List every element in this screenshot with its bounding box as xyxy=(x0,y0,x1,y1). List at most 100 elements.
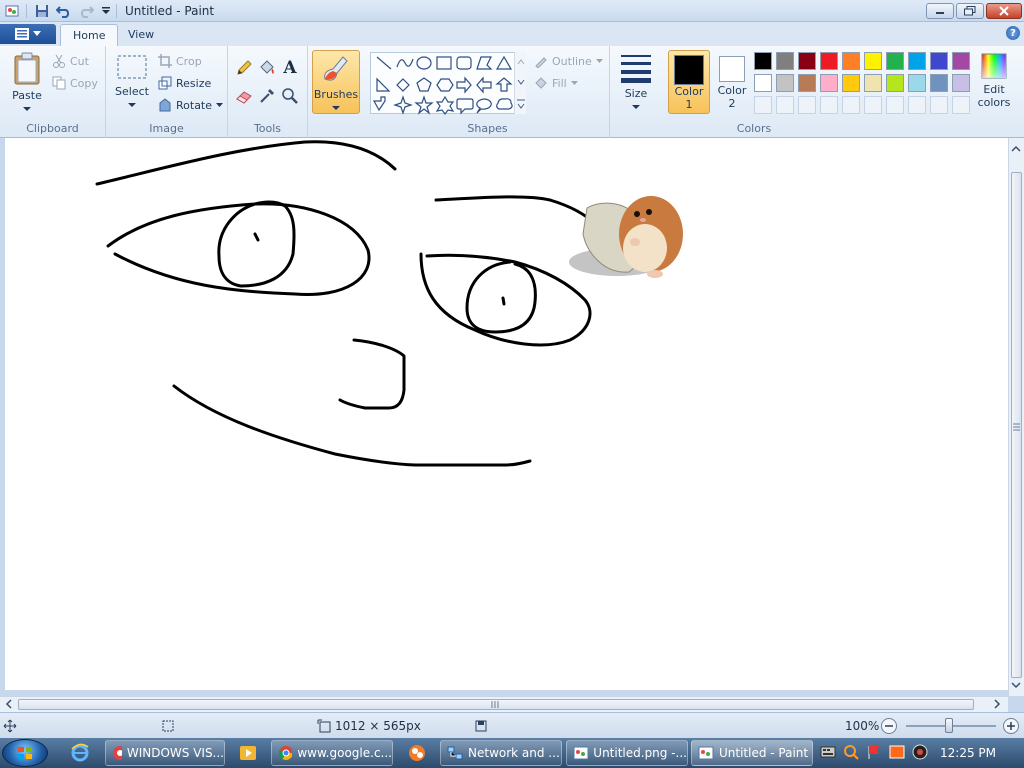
palette-custom-empty-swatch[interactable] xyxy=(886,96,904,114)
palette-color-swatch[interactable] xyxy=(930,74,948,92)
palette-custom-empty-swatch[interactable] xyxy=(842,96,860,114)
messenger-icon[interactable] xyxy=(399,740,435,766)
tray-search-icon[interactable] xyxy=(843,744,859,760)
copy-button[interactable]: Copy xyxy=(52,76,98,90)
color2-label: Color xyxy=(717,84,747,97)
customize-toolbar-icon[interactable] xyxy=(98,3,114,19)
palette-color-swatch[interactable] xyxy=(952,74,970,92)
tab-view[interactable]: View xyxy=(116,24,166,46)
palette-custom-empty-swatch[interactable] xyxy=(864,96,882,114)
select-button[interactable]: Select xyxy=(112,54,152,111)
eraser-icon[interactable] xyxy=(234,86,254,106)
resize-button[interactable]: Resize xyxy=(158,76,211,90)
restore-button[interactable] xyxy=(956,3,984,19)
drawing-canvas[interactable] xyxy=(5,138,1008,690)
horizontal-scrollbar[interactable] xyxy=(0,696,1008,712)
palette-custom-empty-swatch[interactable] xyxy=(798,96,816,114)
color2-button[interactable]: Color 2 xyxy=(712,50,752,114)
palette-color-swatch[interactable] xyxy=(820,74,838,92)
palette-color-swatch[interactable] xyxy=(886,74,904,92)
zoom-in-button[interactable] xyxy=(1003,718,1019,734)
palette-color-swatch[interactable] xyxy=(798,74,816,92)
cursor-position-icon xyxy=(3,719,17,733)
cut-button[interactable]: Cut xyxy=(52,54,89,68)
save-icon[interactable] xyxy=(34,3,50,19)
close-button[interactable] xyxy=(986,3,1022,19)
internet-explorer-icon[interactable] xyxy=(62,740,98,766)
crop-icon xyxy=(158,54,172,68)
paste-button[interactable]: Paste xyxy=(8,52,46,115)
horizontal-scroll-thumb[interactable] xyxy=(18,699,974,710)
palette-color-swatch[interactable] xyxy=(908,74,926,92)
media-center-icon[interactable] xyxy=(230,740,266,766)
palette-color-swatch[interactable] xyxy=(842,74,860,92)
palette-custom-empty-swatch[interactable] xyxy=(930,96,948,114)
brushes-button[interactable]: Brushes xyxy=(312,50,360,114)
tab-home[interactable]: Home xyxy=(60,24,119,46)
palette-color-swatch[interactable] xyxy=(754,74,772,92)
fill-bucket-icon[interactable] xyxy=(257,58,277,78)
colors-group-label: Colors xyxy=(736,122,772,135)
palette-color-swatch[interactable] xyxy=(952,52,970,70)
crop-button[interactable]: Crop xyxy=(158,54,202,68)
curve-shape-icon xyxy=(396,58,414,68)
taskbar-item-windows-vista[interactable]: WINDOWS VIS... xyxy=(105,740,225,766)
help-icon[interactable]: ? xyxy=(1006,26,1020,40)
taskbar-item-network-and-sharing[interactable]: Network and ... xyxy=(440,740,562,766)
palette-color-swatch[interactable] xyxy=(908,52,926,70)
palette-color-swatch[interactable] xyxy=(776,74,794,92)
color1-button[interactable]: Color 1 xyxy=(668,50,710,114)
rotate-button[interactable]: Rotate xyxy=(158,98,224,112)
undo-icon[interactable] xyxy=(56,3,72,19)
outline-button[interactable]: Outline xyxy=(534,54,603,68)
paint-menu-button[interactable] xyxy=(0,24,56,44)
scroll-right-arrow-icon xyxy=(994,699,1001,709)
ribbon: Paste Cut Copy Clipboard Select Crop Res… xyxy=(0,46,1024,138)
palette-custom-empty-swatch[interactable] xyxy=(952,96,970,114)
polygon-shape-icon xyxy=(476,56,493,70)
minimize-button[interactable] xyxy=(926,3,954,19)
taskbar-item-untitled-png[interactable]: Untitled.png -... xyxy=(566,740,688,766)
edit-colors-button[interactable]: Edit colors xyxy=(976,52,1012,109)
resize-label: Resize xyxy=(176,76,212,90)
edit-colors-label: Edit xyxy=(983,83,1005,96)
vertical-scrollbar[interactable] xyxy=(1008,138,1024,696)
tray-volume-icon[interactable] xyxy=(912,744,928,760)
pencil-icon[interactable] xyxy=(234,58,254,78)
tray-keyboard-icon[interactable] xyxy=(820,744,836,760)
zoom-slider-thumb[interactable] xyxy=(945,718,953,733)
up-arrow-shape-icon xyxy=(495,77,513,92)
palette-color-swatch[interactable] xyxy=(842,52,860,70)
start-button[interactable] xyxy=(2,739,48,767)
palette-color-swatch[interactable] xyxy=(776,52,794,70)
palette-custom-empty-swatch[interactable] xyxy=(908,96,926,114)
palette-color-swatch[interactable] xyxy=(930,52,948,70)
taskbar-item-untitled-paint[interactable]: Untitled - Paint xyxy=(691,740,813,766)
palette-custom-empty-swatch[interactable] xyxy=(776,96,794,114)
taskbar-clock: 12:25 PM xyxy=(940,746,996,760)
tray-app-icon[interactable] xyxy=(889,744,905,760)
palette-color-swatch[interactable] xyxy=(886,52,904,70)
palette-custom-empty-swatch[interactable] xyxy=(820,96,838,114)
color-picker-icon[interactable] xyxy=(257,86,277,106)
shapes-gallery-scroll[interactable] xyxy=(514,52,526,114)
size-button[interactable]: Size xyxy=(616,52,656,113)
palette-color-swatch[interactable] xyxy=(820,52,838,70)
paint-app-icon[interactable] xyxy=(4,3,20,19)
text-tool-icon[interactable]: A xyxy=(280,58,300,78)
zoom-out-button[interactable] xyxy=(881,718,897,734)
tray-flag-icon[interactable] xyxy=(866,744,882,760)
palette-color-swatch[interactable] xyxy=(798,52,816,70)
palette-color-swatch[interactable] xyxy=(864,74,882,92)
palette-color-swatch[interactable] xyxy=(864,52,882,70)
taskbar-item-google-chrome[interactable]: www.google.c... xyxy=(271,740,393,766)
right-pupil-stroke xyxy=(501,296,506,306)
ribbon-tabs: Home View ? xyxy=(0,22,1024,46)
palette-color-swatch[interactable] xyxy=(754,52,772,70)
fill-button[interactable]: Fill xyxy=(534,76,578,90)
magnifier-icon[interactable] xyxy=(280,86,300,106)
vertical-scroll-thumb[interactable] xyxy=(1011,172,1022,678)
palette-custom-empty-swatch[interactable] xyxy=(754,96,772,114)
chevron-down-icon xyxy=(595,58,603,63)
redo-icon[interactable] xyxy=(78,3,94,19)
